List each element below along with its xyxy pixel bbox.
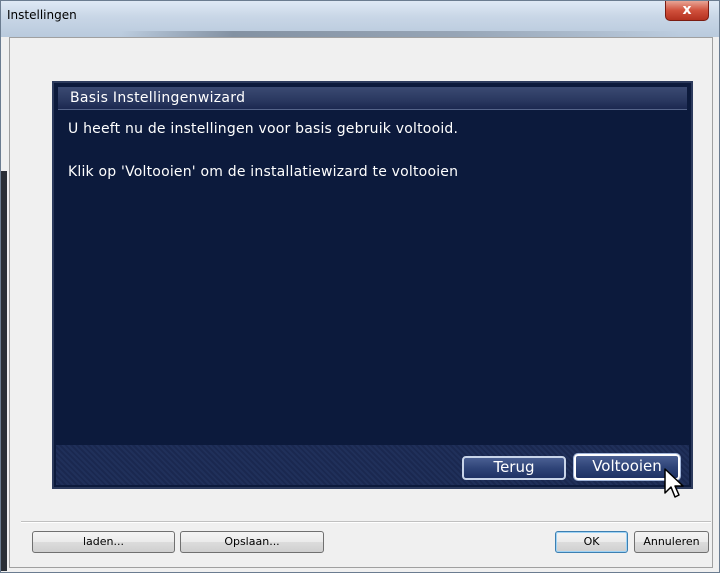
window-title: Instellingen [7,8,77,22]
load-button[interactable]: laden... [32,531,175,553]
wizard-message-line2: Klik op 'Voltooien' om de installatiewiz… [68,164,459,180]
save-button[interactable]: Opslaan... [180,531,324,553]
left-edge-strip [1,171,7,571]
ok-button[interactable]: OK [555,531,628,553]
close-button[interactable]: x [665,1,709,21]
cancel-button[interactable]: Annuleren [634,531,709,553]
wizard-title: Basis Instellingenwizard [70,90,246,106]
wizard-message-line1: U heeft nu de instellingen voor basis ge… [68,121,459,137]
mouse-cursor-icon [664,468,684,498]
wizard-panel: Basis Instellingenwizard U heeft nu de i… [52,81,693,489]
wizard-header: Basis Instellingenwizard [58,87,687,110]
title-bar[interactable]: Instellingen x [1,1,719,37]
separator-line [21,521,711,523]
close-icon: x [682,2,692,18]
back-button[interactable]: Terug [462,456,566,480]
settings-window: Instellingen x Basis Instellingenwizard … [0,0,720,573]
